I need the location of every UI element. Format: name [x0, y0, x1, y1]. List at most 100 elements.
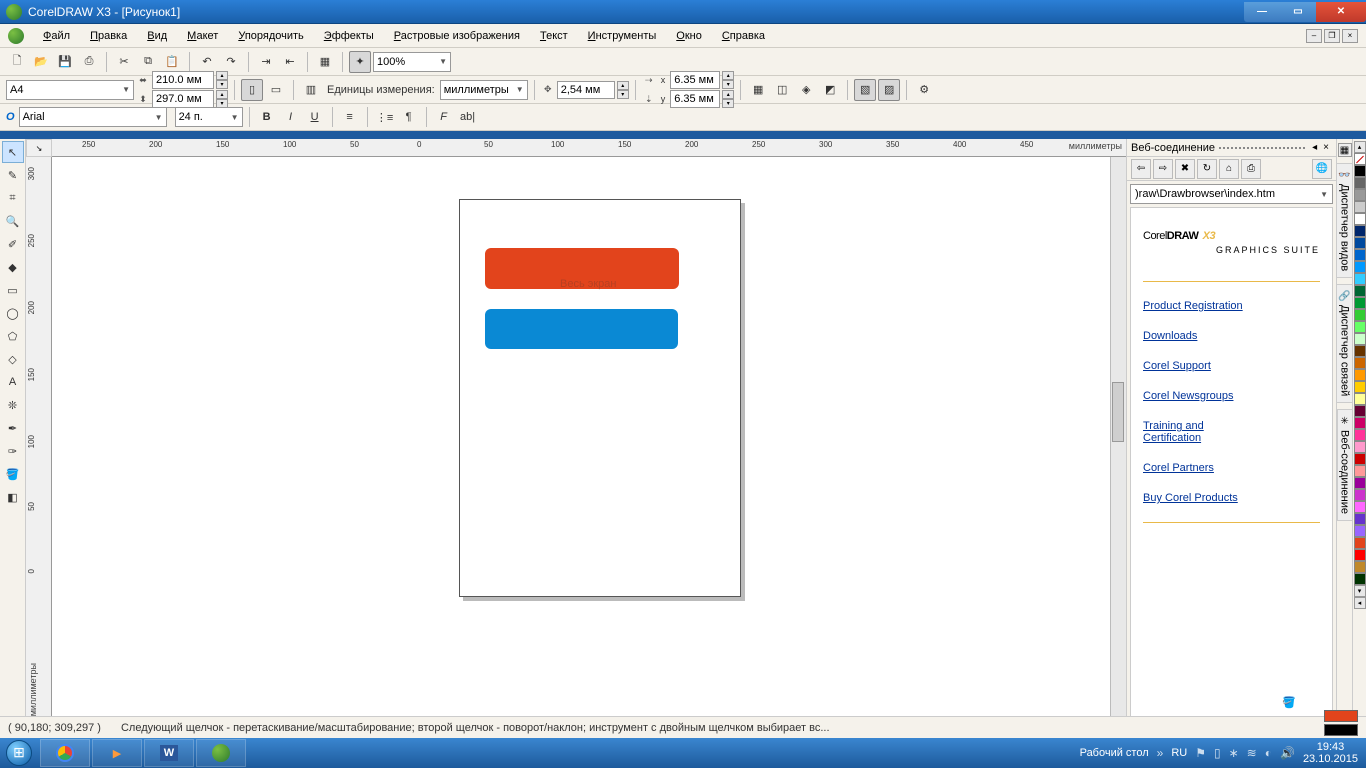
link-product-registration[interactable]: Product Registration [1143, 300, 1320, 312]
menu-bitmaps[interactable]: Растровые изображения [385, 27, 529, 45]
mdi-minimize-button[interactable]: – [1306, 29, 1322, 43]
color-swatch[interactable] [1354, 345, 1366, 357]
color-swatch[interactable] [1354, 369, 1366, 381]
menu-layout[interactable]: Макет [178, 27, 227, 45]
align-button[interactable]: ≡ [339, 106, 361, 128]
pick-tool[interactable]: ↖ [2, 141, 24, 163]
color-swatch[interactable] [1354, 381, 1366, 393]
spinner-down[interactable]: ▾ [216, 80, 228, 89]
new-button[interactable]: 🗋 [6, 51, 28, 73]
color-swatch[interactable] [1354, 261, 1366, 273]
page-width-value[interactable]: 210.0 мм [156, 74, 202, 86]
color-swatch[interactable] [1354, 537, 1366, 549]
save-button[interactable]: 💾 [54, 51, 76, 73]
snap-grid-button[interactable]: ▦ [747, 79, 769, 101]
menu-text[interactable]: Текст [531, 27, 577, 45]
link-corel-partners[interactable]: Corel Partners [1143, 462, 1320, 474]
color-swatch[interactable] [1354, 225, 1366, 237]
menu-view[interactable]: Вид [138, 27, 176, 45]
cut-button[interactable]: ✂ [113, 51, 135, 73]
app-launcher-button[interactable]: ▦ [314, 51, 336, 73]
dup-x-value[interactable]: 6.35 мм [674, 74, 714, 86]
spinner-up[interactable]: ▴ [216, 90, 228, 99]
underline-button[interactable]: U [304, 106, 326, 128]
color-swatch[interactable] [1354, 297, 1366, 309]
docker-expand-button[interactable]: ▦ [1338, 143, 1352, 157]
browser-stop-button[interactable]: ✖ [1175, 159, 1195, 179]
menu-tools[interactable]: Инструменты [579, 27, 666, 45]
tray-network-icon[interactable]: ≋ [1247, 746, 1257, 760]
menu-effects[interactable]: Эффекты [315, 27, 383, 45]
tab-view-manager[interactable]: 👓Диспетчер видов [1336, 163, 1352, 278]
taskbar-word[interactable]: W [144, 739, 194, 767]
color-swatch[interactable] [1354, 501, 1366, 513]
color-swatch[interactable] [1354, 273, 1366, 285]
units-select[interactable]: миллиметры ▼ [440, 80, 528, 100]
rectangle-tool[interactable]: ▭ [2, 279, 24, 301]
window-close-button[interactable]: ✕ [1316, 2, 1366, 22]
vertical-ruler[interactable]: миллиметры 300250200150100500 [26, 157, 52, 720]
text-tool[interactable]: A [2, 371, 24, 393]
color-swatch[interactable] [1354, 489, 1366, 501]
crop-tool[interactable]: ⌗ [2, 187, 24, 209]
shape-tool[interactable]: ✎ [2, 164, 24, 186]
freehand-tool[interactable]: ✐ [2, 233, 24, 255]
tray-battery-icon[interactable]: ▯ [1214, 746, 1221, 760]
color-swatch[interactable] [1354, 213, 1366, 225]
color-swatch[interactable] [1354, 549, 1366, 561]
color-swatch[interactable] [1354, 357, 1366, 369]
zoom-level-select[interactable]: 100% ▼ [373, 52, 451, 72]
dup-y-value[interactable]: 6.35 мм [674, 93, 714, 105]
browser-back-button[interactable]: ⇦ [1131, 159, 1151, 179]
undo-button[interactable]: ↶ [196, 51, 218, 73]
spinner-up[interactable]: ▴ [216, 71, 228, 80]
tray-bluetooth-icon[interactable]: ∗ [1229, 746, 1239, 760]
snap-objects-button[interactable]: ◈ [795, 79, 817, 101]
paste-button[interactable]: 📋 [161, 51, 183, 73]
desktop-toolbar-label[interactable]: Рабочий стол [1080, 747, 1149, 759]
dynamic-guides-button[interactable]: ◩ [819, 79, 841, 101]
interactive-fill-tool[interactable]: ◧ [2, 486, 24, 508]
page[interactable]: Весь экран [459, 199, 741, 597]
desktop-chevron-icon[interactable]: » [1157, 746, 1164, 760]
open-button[interactable]: 📂 [30, 51, 52, 73]
rounded-rectangle-blue[interactable] [485, 309, 678, 349]
current-fill-swatch[interactable] [1324, 710, 1358, 722]
options-button[interactable]: ⚙ [913, 79, 935, 101]
outline-tool[interactable]: ✑ [2, 440, 24, 462]
current-outline-swatch[interactable] [1324, 724, 1358, 736]
color-swatch[interactable] [1354, 165, 1366, 177]
ruler-origin[interactable]: ↘ [26, 139, 52, 157]
browser-refresh-button[interactable]: ↻ [1197, 159, 1217, 179]
import-button[interactable]: ⇥ [255, 51, 277, 73]
tray-flag-icon[interactable]: ⚑ [1195, 746, 1206, 760]
paper-size-select[interactable]: A4 ▼ [6, 80, 134, 100]
tray-volume-icon[interactable]: 🔊 [1280, 746, 1295, 760]
ellipse-tool[interactable]: ◯ [2, 302, 24, 324]
copy-button[interactable]: ⧉ [137, 51, 159, 73]
color-swatch[interactable] [1354, 189, 1366, 201]
palette-scroll-up[interactable]: ▴ [1354, 141, 1366, 153]
font-family-select[interactable]: Arial ▼ [19, 107, 167, 127]
browser-print-button[interactable]: ⎙ [1241, 159, 1261, 179]
color-swatch[interactable] [1354, 333, 1366, 345]
link-corel-newsgroups[interactable]: Corel Newsgroups [1143, 390, 1320, 402]
fill-tool[interactable]: 🪣 [2, 463, 24, 485]
mdi-restore-button[interactable]: ❐ [1324, 29, 1340, 43]
drawing-canvas[interactable]: Весь экран [52, 157, 1110, 720]
portrait-button[interactable]: ▯ [241, 79, 263, 101]
font-size-select[interactable]: 24 п. ▼ [175, 107, 243, 127]
color-swatch[interactable] [1354, 237, 1366, 249]
color-swatch[interactable] [1354, 393, 1366, 405]
bullets-button[interactable]: ⋮≡ [374, 106, 396, 128]
tab-link-manager[interactable]: 🔗Диспетчер связей [1336, 284, 1352, 403]
menu-arrange[interactable]: Упорядочить [229, 27, 312, 45]
start-button[interactable] [0, 738, 38, 768]
color-swatch[interactable] [1354, 405, 1366, 417]
menu-help[interactable]: Справка [713, 27, 774, 45]
smart-fill-tool[interactable]: ◆ [2, 256, 24, 278]
browser-home-button[interactable]: ⌂ [1219, 159, 1239, 179]
color-swatch[interactable] [1354, 309, 1366, 321]
color-swatch[interactable] [1354, 561, 1366, 573]
link-corel-support[interactable]: Corel Support [1143, 360, 1320, 372]
